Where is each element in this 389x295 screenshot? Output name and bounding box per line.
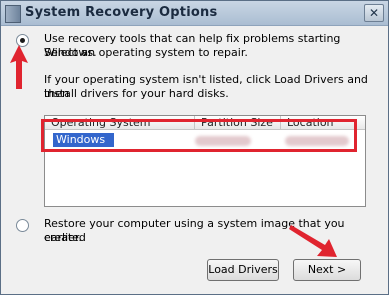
window-title: System Recovery Options (25, 5, 218, 20)
window-icon (5, 5, 21, 23)
recovery-tools-text-2: Select an operating system to repair. (44, 46, 248, 59)
close-button[interactable]: ✕ (364, 4, 384, 22)
annotation-arrow-down-right-icon (289, 225, 337, 257)
annotation-highlight-box (41, 119, 357, 152)
system-recovery-window: System Recovery Options ✕ Use recovery t… (0, 0, 389, 295)
next-button[interactable]: Next > (293, 259, 361, 281)
restore-text-2: earlier. (44, 231, 82, 244)
restore-image-radio[interactable] (16, 219, 29, 232)
load-drivers-button[interactable]: Load Drivers (207, 259, 279, 281)
annotation-arrow-up-icon (10, 45, 28, 89)
info-text-2: install drivers for your hard disks. (44, 87, 229, 100)
title-bar: System Recovery Options ✕ (1, 1, 388, 26)
